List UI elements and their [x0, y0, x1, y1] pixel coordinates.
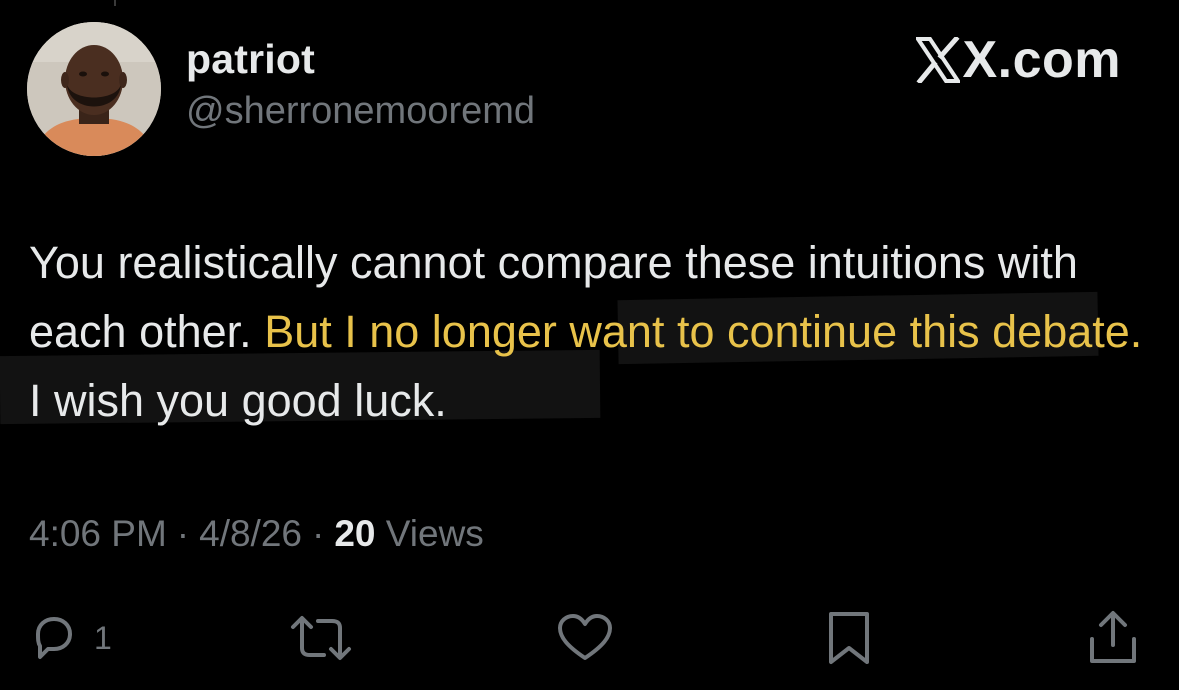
- author-display-name[interactable]: patriot: [186, 36, 315, 83]
- reply-button[interactable]: 1: [28, 608, 112, 668]
- top-edge-mark: [114, 0, 116, 6]
- share-button[interactable]: [1086, 608, 1140, 668]
- author-handle[interactable]: @sherronemooremd: [186, 90, 535, 133]
- tweet-text-highlighted: But I no longer want to continue this de…: [264, 306, 1143, 357]
- avatar[interactable]: [27, 22, 161, 156]
- meta-separator: ·: [176, 513, 190, 554]
- tweet-meta: 4:06 PM · 4/8/26 · 20 Views: [29, 513, 484, 555]
- x-logo-icon: [916, 37, 961, 83]
- tweet-text: You realistically cannot compare these i…: [29, 228, 1149, 435]
- bookmark-icon: [829, 612, 869, 664]
- reply-icon: [36, 617, 72, 659]
- views-count[interactable]: 20: [334, 513, 375, 554]
- like-button[interactable]: [555, 608, 615, 668]
- bookmark-button[interactable]: [823, 608, 875, 668]
- tweet-date[interactable]: 4/8/26: [199, 513, 302, 554]
- reply-count: 1: [94, 619, 112, 656]
- meta-separator: ·: [312, 513, 325, 554]
- repost-button[interactable]: [288, 608, 354, 668]
- share-icon: [1090, 611, 1136, 663]
- tweet-time[interactable]: 4:06 PM: [29, 513, 167, 554]
- views-label[interactable]: Views: [386, 513, 484, 554]
- brand-label: X.com: [962, 31, 1121, 89]
- avatar-photo: [27, 22, 161, 156]
- tweet-text-part: I wish you good luck.: [29, 375, 447, 426]
- repost-icon: [291, 616, 351, 660]
- heart-icon: [558, 614, 612, 660]
- brand-watermark: X.com: [916, 30, 1121, 90]
